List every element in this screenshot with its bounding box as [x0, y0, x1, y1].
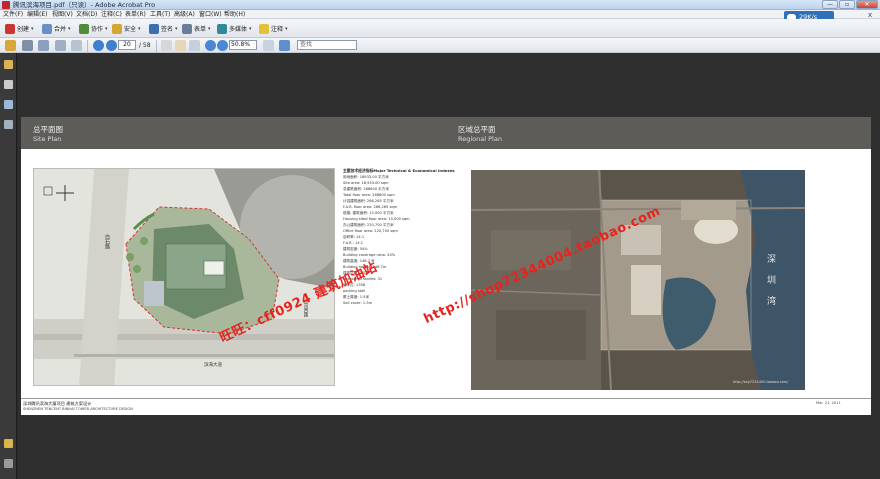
toolbar-separator: [156, 40, 157, 52]
page-count: / 58: [139, 42, 151, 49]
aerial-credit: http://sxp7234400.taobao.com/: [733, 380, 789, 384]
navigation-toolbar: 20 / 58 50.8% 查找: [0, 38, 880, 53]
forms-icon: [182, 23, 192, 34]
combine-label: 合并: [54, 26, 67, 33]
fit-page-icon[interactable]: [263, 40, 274, 51]
minimize-button[interactable]: —: [822, 0, 838, 9]
secure-button[interactable]: 安全 ▾: [112, 22, 141, 35]
attachments-icon[interactable]: [4, 459, 13, 468]
menu-advanced[interactable]: 高级(A): [174, 10, 195, 19]
combine-icon: [42, 23, 52, 34]
dropdown-icon: ▾: [208, 25, 211, 32]
zoom-level-input[interactable]: 50.8%: [229, 40, 257, 50]
menu-file[interactable]: 文件(F): [3, 10, 23, 19]
menu-help[interactable]: 帮助(H): [224, 10, 245, 19]
title-bar: 腾讯滨海项目.pdf（只读）- Adobe Acrobat Pro — ▫ ✕: [0, 0, 880, 10]
sign-button[interactable]: 签名 ▾: [149, 22, 178, 35]
dropdown-icon: ▾: [175, 25, 178, 32]
menu-edit[interactable]: 编辑(E): [27, 10, 47, 19]
water-label-wan: 湾: [767, 297, 777, 307]
collaborate-icon: [79, 23, 89, 34]
dropdown-icon: ▾: [105, 25, 108, 32]
multimedia-button[interactable]: 多媒体 ▾: [217, 22, 252, 35]
forms-button[interactable]: 表单 ▾: [182, 22, 211, 35]
multimedia-icon: [217, 23, 227, 34]
hand-tool-icon[interactable]: [175, 40, 186, 51]
create-pdf-icon: [5, 23, 15, 34]
site-plan-drawing: 白石路 滨海大道 沙河西路: [33, 168, 335, 386]
menu-document[interactable]: 文档(D): [76, 10, 97, 19]
menu-window[interactable]: 窗口(W): [199, 10, 222, 19]
menu-tools[interactable]: 工具(T): [150, 10, 170, 19]
pdf-page: 总平面图 Site Plan 区域总平面 Regional Plan 白石路 滨…: [21, 117, 871, 415]
site-plan-graphic: [34, 169, 334, 385]
navigation-panel: [0, 53, 17, 479]
open-folder-icon[interactable]: [5, 40, 16, 51]
lock-icon: [112, 23, 122, 34]
close-button[interactable]: ✕: [856, 0, 878, 9]
zoom-out-icon[interactable]: [205, 40, 216, 51]
find-input[interactable]: 查找: [297, 40, 357, 50]
document-workspace[interactable]: 总平面图 Site Plan 区域总平面 Regional Plan 白石路 滨…: [18, 53, 880, 479]
print-icon[interactable]: [22, 40, 33, 51]
maximize-button[interactable]: ▫: [839, 0, 855, 9]
select-cursor-icon[interactable]: [161, 40, 172, 51]
footer-date: Mar. 21, 2011: [816, 401, 841, 405]
close-document-button[interactable]: x: [868, 11, 872, 19]
site-plan-subtitle: Site Plan: [33, 135, 62, 143]
forms-label: 表单: [194, 26, 207, 33]
marquee-zoom-icon[interactable]: [189, 40, 200, 51]
previous-page-icon[interactable]: [93, 40, 104, 51]
dropdown-icon: ▾: [68, 25, 71, 32]
comments-icon[interactable]: [4, 439, 13, 448]
bookmarks-icon[interactable]: [4, 100, 13, 109]
save-icon[interactable]: [38, 40, 49, 51]
create-button[interactable]: 创建 ▾: [5, 22, 34, 35]
dropdown-icon: ▾: [138, 25, 141, 32]
road-label-south: 滨海大道: [204, 363, 222, 368]
footer-rule: [21, 398, 871, 399]
page-header-band: 总平面图 Site Plan 区域总平面 Regional Plan: [21, 117, 871, 149]
task-toolbar: 创建 ▾ 合并 ▾ 协作 ▾ 安全 ▾ 签名 ▾ 表单 ▾ 多媒体 ▾ 注释 ▾: [0, 19, 880, 38]
menu-comments[interactable]: 注释(C): [101, 10, 122, 19]
secure-label: 安全: [124, 26, 137, 33]
comment-icon: [259, 23, 269, 34]
collaborate-label: 协作: [91, 26, 104, 33]
multimedia-label: 多媒体: [229, 26, 248, 33]
regional-plan-subtitle: Regional Plan: [458, 135, 502, 143]
window-title: 腾讯滨海项目.pdf（只读）- Adobe Acrobat Pro: [13, 1, 156, 9]
regional-plan-title: 区域总平面: [458, 125, 496, 134]
create-label: 创建: [17, 26, 30, 33]
combine-button[interactable]: 合并 ▾: [42, 22, 71, 35]
dropdown-icon: ▾: [31, 25, 34, 32]
water-label-shen: 深: [767, 255, 777, 265]
menu-bar: 文件(F) 编辑(E) 视图(V) 文档(D) 注释(C) 表单(R) 工具(T…: [0, 10, 880, 19]
acrobat-app-icon[interactable]: [2, 1, 10, 9]
sign-pen-icon: [149, 23, 159, 34]
water-label-zhen: 圳: [767, 276, 777, 286]
page-setup-icon[interactable]: [71, 40, 82, 51]
road-label-west: 白石路: [104, 234, 110, 249]
email-icon[interactable]: [55, 40, 66, 51]
dropdown-icon: ▾: [249, 25, 252, 32]
acrobat-window: 腾讯滨海项目.pdf（只读）- Adobe Acrobat Pro — ▫ ✕ …: [0, 0, 880, 479]
site-plan-title: 总平面图: [33, 125, 63, 134]
fit-width-icon[interactable]: [279, 40, 290, 51]
footer-project-en: SHENZHEN TENCENT BINHAI TOWER ARCHITECTU…: [23, 407, 133, 411]
page-number-input[interactable]: 20: [118, 40, 136, 50]
signatures-icon[interactable]: [4, 120, 13, 129]
sign-label: 签名: [161, 26, 174, 33]
comment-button[interactable]: 注释 ▾: [259, 22, 288, 35]
next-page-icon[interactable]: [106, 40, 117, 51]
toolbar-separator: [87, 40, 88, 52]
pages-icon[interactable]: [4, 80, 13, 89]
zoom-in-icon[interactable]: [217, 40, 228, 51]
menu-view[interactable]: 视图(V): [52, 10, 73, 19]
menu-forms[interactable]: 表单(R): [125, 10, 146, 19]
window-controls: — ▫ ✕: [822, 0, 878, 10]
dropdown-icon: ▾: [285, 25, 288, 32]
collaborate-button[interactable]: 协作 ▾: [79, 22, 108, 35]
lock-icon[interactable]: [4, 60, 13, 69]
comment-label: 注释: [271, 26, 284, 33]
